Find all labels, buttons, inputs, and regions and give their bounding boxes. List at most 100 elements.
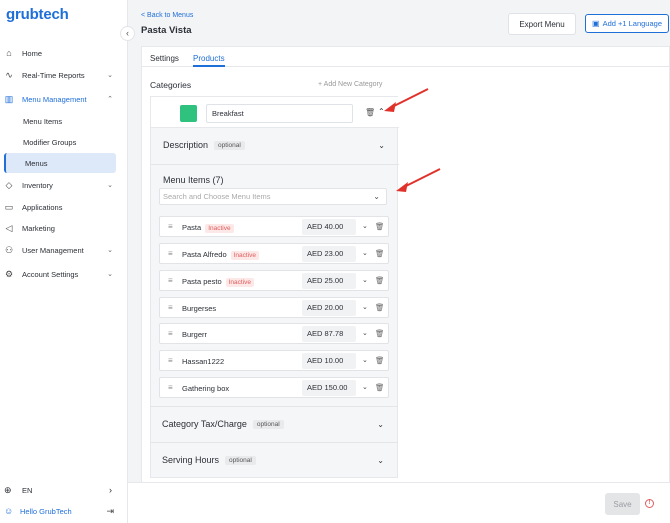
globe-icon: ⊕	[4, 484, 12, 495]
trash-icon[interactable]: 🗑	[375, 383, 385, 392]
sidebar-item-applications[interactable]: ▭ Applications	[0, 197, 127, 217]
sidebar-item-label: Menu Management	[22, 94, 87, 104]
chevron-down-icon: ⌄	[107, 247, 113, 254]
add-category-button[interactable]: + Add New Category	[318, 81, 382, 88]
optional-badge: optional	[252, 419, 284, 429]
drag-handle-icon[interactable]: ≡	[168, 249, 173, 258]
category-name-input[interactable]: Breakfast	[206, 104, 353, 123]
user-icon: ☺	[4, 506, 14, 516]
sidebar-item-inventory[interactable]: ◇ Inventory ⌄	[0, 175, 127, 195]
category-color-swatch[interactable]	[180, 105, 197, 122]
menu-item-price[interactable]: AED 87.78	[302, 326, 356, 342]
sidebar-item-label: Account Settings	[22, 269, 79, 279]
chevron-down-icon: ⌄	[373, 192, 380, 201]
sidebar-item-account-settings[interactable]: ⚙ Account Settings ⌄	[0, 264, 127, 284]
sidebar-collapse-button[interactable]: ‹	[120, 26, 135, 41]
sidebar-item-label: Inventory	[22, 180, 53, 190]
menu-item-row[interactable]: ≡ Gathering box AED 150.00 ⌄ 🗑	[159, 377, 389, 398]
menu-item-row[interactable]: ≡ Pasta pesto Inactive AED 25.00 ⌄ 🗑	[159, 270, 389, 291]
user-greeting: Hello GrubTech	[20, 506, 72, 516]
inactive-badge: Inactive	[205, 224, 234, 233]
sidebar-item-marketing[interactable]: ◁ Marketing	[0, 218, 127, 238]
chevron-down-icon: ⌄	[377, 455, 384, 465]
brand-logo[interactable]: grubtech	[6, 6, 69, 23]
chevron-up-icon: ⌃	[107, 96, 113, 103]
add-language-button[interactable]: ▣ Add +1 Language	[585, 14, 669, 33]
category-tax-section[interactable]: Category Tax/Charge optional ⌄	[150, 414, 398, 434]
menu-item-price[interactable]: AED 150.00	[302, 380, 356, 396]
export-menu-button[interactable]: Export Menu	[508, 13, 576, 35]
trash-icon[interactable]: 🗑	[375, 222, 385, 231]
chevron-down-icon: ⌄	[107, 271, 113, 278]
optional-badge: optional	[214, 140, 245, 150]
drag-handle-icon[interactable]: ≡	[168, 329, 173, 338]
drag-handle-icon[interactable]: ≡	[168, 383, 173, 392]
chevron-down-icon[interactable]: ⌄	[362, 329, 368, 337]
drag-handle-icon[interactable]: ≡	[168, 356, 173, 365]
description-section[interactable]: Description optional ⌄	[151, 135, 399, 155]
sidebar-item-real-time-reports[interactable]: ∿ Real-Time Reports ⌄	[0, 65, 127, 85]
chevron-down-icon[interactable]: ⌄	[362, 303, 368, 311]
menu-item-row[interactable]: ≡ Hassan1222 AED 10.00 ⌄ 🗑	[159, 350, 389, 371]
menu-item-price[interactable]: AED 10.00	[302, 353, 356, 369]
sidebar-item-label: User Management	[22, 245, 84, 255]
sidebar-subitem-menus[interactable]: Menus	[4, 153, 116, 173]
language-selector[interactable]: ⊕ EN ›	[4, 483, 124, 497]
sidebar-subitem-menu-items[interactable]: Menu Items	[4, 111, 116, 131]
annotation-arrow-icon	[396, 168, 441, 192]
chevron-down-icon: ⌄	[107, 72, 113, 79]
serving-hours-section[interactable]: Serving Hours optional ⌄	[150, 450, 398, 470]
trash-icon[interactable]: 🗑	[375, 249, 385, 258]
chevron-left-icon: ‹	[126, 28, 129, 38]
menu-item-price[interactable]: AED 23.00	[302, 246, 356, 262]
chevron-down-icon[interactable]: ⌄	[362, 383, 368, 391]
annotation-arrow-icon	[384, 88, 429, 112]
user-profile[interactable]: ☺ Hello GrubTech ⇥	[4, 504, 124, 518]
tab-products[interactable]: Products	[193, 54, 225, 67]
users-icon: ⚇	[4, 244, 14, 255]
sidebar-subitem-modifier-groups[interactable]: Modifier Groups	[4, 132, 116, 152]
chevron-down-icon[interactable]: ⌄	[362, 276, 368, 284]
trash-icon[interactable]: 🗑	[365, 108, 375, 117]
sidebar-item-home[interactable]: ⌂ Home	[0, 43, 127, 63]
trash-icon[interactable]: 🗑	[375, 356, 385, 365]
chevron-down-icon[interactable]: ⌄	[362, 249, 368, 257]
menu-item-row[interactable]: ≡ Pasta Inactive AED 40.00 ⌄ 🗑	[159, 216, 389, 237]
inactive-badge: Inactive	[225, 278, 255, 287]
chevron-down-icon[interactable]: ⌄	[362, 356, 368, 364]
trash-icon[interactable]: 🗑	[375, 303, 385, 312]
drag-handle-icon[interactable]: ≡	[168, 303, 173, 312]
chevron-down-icon[interactable]: ⌄	[362, 222, 368, 230]
page-title: Pasta Vista	[141, 25, 192, 36]
trash-icon[interactable]: 🗑	[375, 276, 385, 285]
trash-icon[interactable]: 🗑	[375, 329, 385, 338]
menu-item-row[interactable]: ≡ Burgerses AED 20.00 ⌄ 🗑	[159, 297, 389, 318]
language-label: EN	[22, 485, 33, 495]
menu-item-row[interactable]: ≡ Pasta Alfredo Inactive AED 23.00 ⌄ 🗑	[159, 243, 389, 264]
description-title: Description	[163, 140, 209, 150]
section-divider	[150, 406, 398, 407]
menu-items-search-input[interactable]: Search and Choose Menu Items ⌄	[159, 188, 387, 205]
save-label: Save	[613, 499, 632, 509]
save-button[interactable]: Save	[605, 493, 640, 515]
sidebar-item-user-management[interactable]: ⚇ User Management ⌄	[0, 240, 127, 260]
category-tax-title: Category Tax/Charge	[162, 419, 247, 429]
footer-action-bar	[128, 482, 670, 523]
drag-handle-icon[interactable]: ≡	[168, 276, 173, 285]
sidebar-item-menu-management[interactable]: ▥ Menu Management ⌃	[0, 89, 127, 109]
menu-item-price[interactable]: AED 25.00	[302, 273, 356, 289]
menu-item-name: Hassan1222	[182, 357, 225, 366]
back-to-menus-link[interactable]: < Back to Menus	[141, 12, 193, 19]
sidebar-subitem-label: Menus	[25, 158, 48, 168]
tab-settings[interactable]: Settings	[150, 54, 179, 63]
menu-item-price[interactable]: AED 20.00	[302, 300, 356, 316]
menu-item-name: Pasta Alfredo Inactive	[182, 250, 260, 260]
drag-handle-icon[interactable]: ≡	[168, 222, 173, 231]
section-divider	[150, 442, 398, 443]
logout-icon[interactable]: ⇥	[106, 506, 114, 517]
menu-item-row[interactable]: ≡ Burgerr AED 87.78 ⌄ 🗑	[159, 323, 389, 344]
megaphone-icon: ◁	[5, 222, 13, 233]
menu-item-price[interactable]: AED 40.00	[302, 219, 356, 235]
sidebar-subitem-label: Modifier Groups	[23, 137, 77, 147]
monitor-icon: ▭	[4, 201, 14, 212]
